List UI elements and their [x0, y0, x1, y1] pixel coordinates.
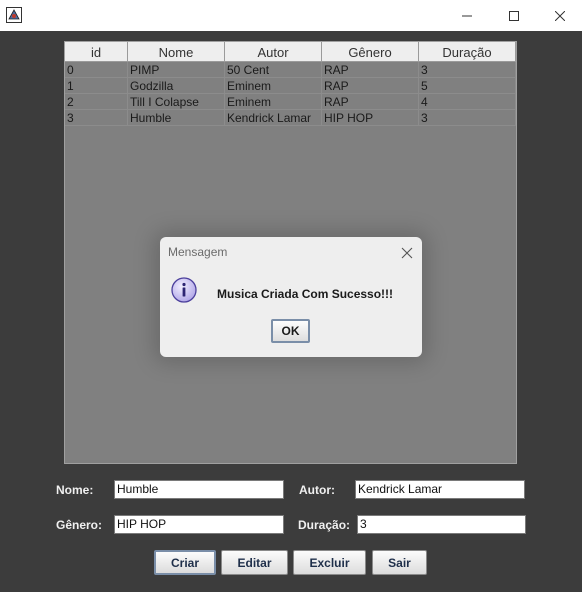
column-header-id[interactable]: id [65, 42, 128, 62]
cell-nome[interactable]: Godzilla [128, 78, 225, 94]
window-titlebar [0, 0, 582, 31]
cell-id[interactable]: 2 [65, 94, 128, 110]
genero-label: Gênero: [56, 518, 103, 532]
nome-field[interactable]: Humble [114, 480, 284, 499]
dialog-message: Musica Criada Com Sucesso!!! [217, 287, 394, 301]
cell-autor[interactable]: Eminem [225, 94, 322, 110]
dialog-title: Mensagem [168, 245, 228, 259]
table-row[interactable]: 3 Humble Kendrick Lamar HIP HOP 3 [65, 110, 516, 126]
ok-button[interactable]: OK [271, 319, 310, 343]
maximize-icon [509, 10, 519, 21]
autor-label: Autor: [299, 483, 335, 497]
maximize-button[interactable] [491, 0, 537, 31]
close-window-button[interactable] [537, 0, 582, 31]
java-app-icon [6, 7, 22, 23]
message-dialog: Mensagem Musica Criada Com Sucesso!!! OK [160, 237, 422, 357]
cell-nome[interactable]: Till I Colapse [128, 94, 225, 110]
close-icon [401, 247, 413, 259]
cell-nome[interactable]: PIMP [128, 62, 225, 78]
table-row[interactable]: 0 PIMP 50 Cent RAP 3 [65, 62, 516, 78]
table-row[interactable]: 2 Till I Colapse Eminem RAP 4 [65, 94, 516, 110]
cell-duracao[interactable]: 3 [419, 62, 516, 78]
close-icon [555, 10, 565, 21]
autor-field[interactable]: Kendrick Lamar [355, 480, 525, 499]
excluir-button[interactable]: Excluir [293, 550, 366, 575]
column-header-nome[interactable]: Nome [128, 42, 225, 62]
cell-id[interactable]: 0 [65, 62, 128, 78]
cell-genero[interactable]: HIP HOP [322, 110, 419, 126]
cell-autor[interactable]: 50 Cent [225, 62, 322, 78]
cell-genero[interactable]: RAP [322, 94, 419, 110]
minimize-icon [462, 15, 472, 16]
table-body: 0 PIMP 50 Cent RAP 3 1 Godzilla Eminem R… [65, 62, 516, 126]
editar-button[interactable]: Editar [221, 550, 288, 575]
cell-id[interactable]: 3 [65, 110, 128, 126]
duracao-field[interactable]: 3 [357, 515, 526, 534]
criar-button[interactable]: Criar [154, 550, 216, 575]
cell-nome[interactable]: Humble [128, 110, 225, 126]
column-header-genero[interactable]: Gênero [322, 42, 419, 62]
nome-label: Nome: [56, 483, 94, 497]
cell-genero[interactable]: RAP [322, 78, 419, 94]
sair-button[interactable]: Sair [372, 550, 427, 575]
genero-field[interactable]: HIP HOP [114, 515, 284, 534]
cell-autor[interactable]: Eminem [225, 78, 322, 94]
table-header: id Nome Autor Gênero Duração [65, 42, 516, 62]
table-row[interactable]: 1 Godzilla Eminem RAP 5 [65, 78, 516, 94]
minimize-button[interactable] [444, 0, 490, 31]
cell-duracao[interactable]: 3 [419, 110, 516, 126]
cell-genero[interactable]: RAP [322, 62, 419, 78]
cell-duracao[interactable]: 4 [419, 94, 516, 110]
cell-id[interactable]: 1 [65, 78, 128, 94]
duracao-label: Duração: [298, 518, 351, 532]
info-icon [171, 277, 197, 303]
column-header-autor[interactable]: Autor [225, 42, 322, 62]
column-header-duracao[interactable]: Duração [419, 42, 516, 62]
cell-autor[interactable]: Kendrick Lamar [225, 110, 322, 126]
cell-duracao[interactable]: 5 [419, 78, 516, 94]
dialog-close-button[interactable] [400, 245, 414, 259]
